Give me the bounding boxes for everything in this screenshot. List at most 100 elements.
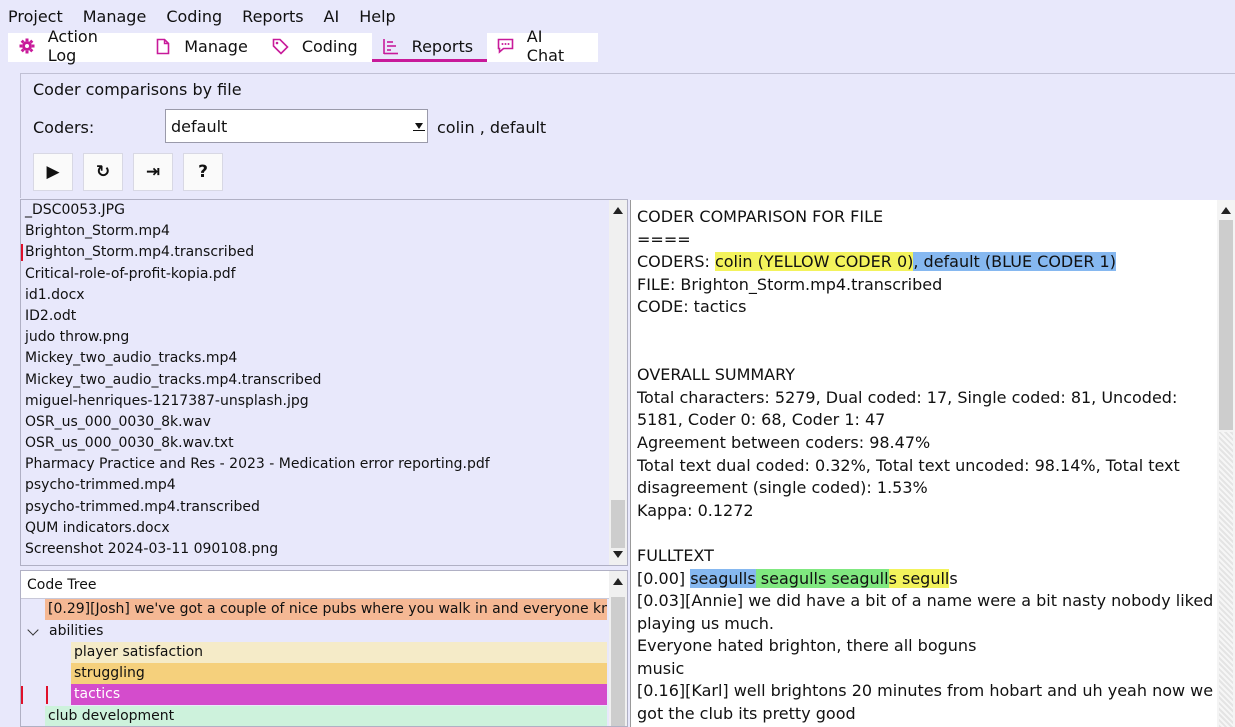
- tab-bar: Action Log Manage Coding Reports AI Chat: [8, 27, 598, 65]
- scroll-thumb[interactable]: [611, 597, 625, 726]
- panel-title: Coder comparisons by file: [33, 80, 242, 99]
- code-tree-item-label: club development: [48, 708, 175, 724]
- report-text-area[interactable]: CODER COMPARISON FOR FILE ==== CODERS: c…: [630, 200, 1235, 727]
- file-list-item[interactable]: Mickey_two_audio_tracks.mp4: [21, 348, 627, 369]
- summary-title: OVERALL SUMMARY: [637, 365, 795, 385]
- menu-coding[interactable]: Coding: [166, 7, 222, 26]
- tab-label: AI Chat: [526, 27, 565, 65]
- menu-bar: Project Manage Coding Reports AI Help: [0, 0, 1235, 32]
- tab-reports[interactable]: Reports: [371, 33, 488, 62]
- file-list-item[interactable]: judo throw.png: [21, 327, 627, 348]
- coders-combobox[interactable]: default: [165, 109, 428, 143]
- file-list-item[interactable]: Brighton_Storm.mp4: [21, 221, 627, 242]
- chevron-down-icon[interactable]: [27, 624, 39, 636]
- fulltext-line-3: Everyone hated brighton, there all bogun…: [637, 636, 977, 656]
- coded-marker: [21, 686, 23, 704]
- code-tree-item-label: [0.29][Josh] we've got a couple of nice …: [48, 601, 607, 617]
- summary-totals: Total characters: 5279, Dual coded: 17, …: [637, 387, 1183, 430]
- selected-coders-list: colin , default: [437, 118, 547, 137]
- scroll-up-icon[interactable]: [613, 578, 623, 585]
- tab-ai-chat[interactable]: AI Chat: [487, 27, 598, 65]
- code-tree-item-label: struggling: [74, 665, 145, 681]
- file-list-item[interactable]: Pharmacy Practice and Res - 2023 - Medic…: [21, 454, 627, 475]
- file-list-item[interactable]: Critical-role-of-profit-kopia.pdf: [21, 264, 627, 285]
- code-tree-header: Code Tree: [21, 571, 627, 599]
- tab-label: Action Log: [47, 27, 98, 65]
- scroll-thumb[interactable]: [1219, 220, 1233, 430]
- fulltext-title: FULLTEXT: [637, 545, 714, 565]
- file-list-item[interactable]: Mickey_two_audio_tracks.mp4.transcribed: [21, 370, 627, 391]
- code-tree: Code Tree [0.29][Josh] we've got a coupl…: [20, 570, 628, 727]
- tab-coding[interactable]: Coding: [262, 33, 372, 62]
- file-list-item[interactable]: OSR_us_000_0030_8k.wav: [21, 412, 627, 433]
- code-tree-item[interactable]: player satisfaction: [71, 642, 607, 663]
- code-tree-item-label: abilities: [49, 623, 104, 639]
- gear-icon: [18, 37, 36, 55]
- code-tree-item-label: tactics: [74, 686, 121, 702]
- summary-agreement: Agreement between coders: 98.47%: [637, 432, 931, 452]
- code-tree-item-label: player satisfaction: [74, 644, 204, 660]
- file-list-item[interactable]: ID2.odt: [21, 306, 627, 327]
- report-scrollbar[interactable]: [1217, 200, 1235, 727]
- dual-coded-text: seagulls seagull: [755, 568, 889, 588]
- coders-label: Coders:: [33, 118, 95, 137]
- code-tree-item[interactable]: [0.29][Josh] we've got a couple of nice …: [45, 599, 607, 620]
- scroll-down-icon[interactable]: [613, 551, 623, 558]
- refresh-button[interactable]: ↻: [83, 153, 123, 191]
- file-list-item[interactable]: QUM indicators.docx: [21, 518, 627, 539]
- scroll-up-icon[interactable]: [613, 207, 623, 214]
- menu-ai[interactable]: AI: [324, 7, 340, 26]
- report-coders-line: CODERS: colin (YELLOW CODER 0), default …: [637, 251, 1217, 274]
- file-list-scrollbar[interactable]: [609, 200, 627, 565]
- scroll-track: [1219, 432, 1233, 727]
- file-list-item[interactable]: id1.docx: [21, 285, 627, 306]
- code-tree-item[interactable]: club development: [45, 706, 607, 726]
- run-button[interactable]: ▶: [33, 153, 73, 191]
- file-list-item[interactable]: psycho-trimmed.mp4.transcribed: [21, 497, 627, 518]
- code-tree-item[interactable]: abilities: [45, 621, 607, 642]
- fulltext-line-2: [0.03][Annie] we did have a bit of a nam…: [637, 591, 1219, 633]
- report-file-line: FILE: Brighton_Storm.mp4.transcribed: [637, 274, 943, 294]
- summary-kappa: Kappa: 0.1272: [637, 500, 754, 520]
- report-options-panel: Coder comparisons by file Coders: defaul…: [20, 73, 1235, 198]
- menu-manage[interactable]: Manage: [83, 7, 147, 26]
- document-icon: [154, 37, 172, 55]
- help-button[interactable]: ?: [183, 153, 223, 191]
- coder0-highlight: colin (YELLOW CODER 0): [714, 252, 914, 272]
- file-list: _DSC0053.JPG Brighton_Storm.mp4 Brighton_S…: [20, 199, 628, 566]
- blue-coded-text: seagulls: [690, 568, 756, 588]
- timestamp: [0.00]: [637, 568, 691, 588]
- code-tree-scrollbar[interactable]: [609, 571, 627, 726]
- menu-project[interactable]: Project: [8, 7, 63, 26]
- yellow-coded-text: s segull: [888, 568, 950, 588]
- menu-help[interactable]: Help: [359, 7, 395, 26]
- file-list-item[interactable]: Brighton_Storm.mp4.transcribed: [21, 242, 627, 263]
- report-title: CODER COMPARISON FOR FILE: [637, 207, 884, 226]
- summary-percentages: Total text dual coded: 0.32%, Total text…: [637, 455, 1185, 498]
- file-list-item[interactable]: OSR_us_000_0030_8k.wav.txt: [21, 433, 627, 454]
- scroll-thumb[interactable]: [611, 500, 625, 548]
- dropdown-arrow-icon: [415, 123, 423, 129]
- fulltext-line-1: [0.00] seagulls seagulls seagulls segull…: [637, 568, 1217, 591]
- coder1-highlight: , default (BLUE CODER 1): [913, 252, 1116, 272]
- menu-reports[interactable]: Reports: [242, 7, 303, 26]
- file-list-item[interactable]: _DSC0053.JPG: [21, 200, 627, 221]
- code-tree-item[interactable]: tactics: [71, 684, 607, 705]
- file-list-item[interactable]: Screenshot 2024-03-11 090108.png: [21, 539, 627, 560]
- report-icon: [382, 37, 400, 55]
- export-button[interactable]: ⇥: [133, 153, 173, 191]
- tab-manage[interactable]: Manage: [144, 33, 262, 62]
- uncoded-text: s: [949, 568, 958, 588]
- coders-prefix: CODERS:: [637, 252, 715, 272]
- code-tree-item[interactable]: struggling: [71, 663, 607, 684]
- coders-combobox-value: default: [171, 116, 228, 136]
- tag-icon: [272, 37, 290, 55]
- scroll-up-icon[interactable]: [1221, 207, 1231, 214]
- report-divider: ====: [637, 229, 691, 249]
- tab-label: Reports: [411, 36, 474, 56]
- file-list-item[interactable]: psycho-trimmed.mp4: [21, 475, 627, 496]
- tab-action-log[interactable]: Action Log: [8, 27, 144, 65]
- file-list-item[interactable]: miguel-henriques-1217387-unsplash.jpg: [21, 391, 627, 412]
